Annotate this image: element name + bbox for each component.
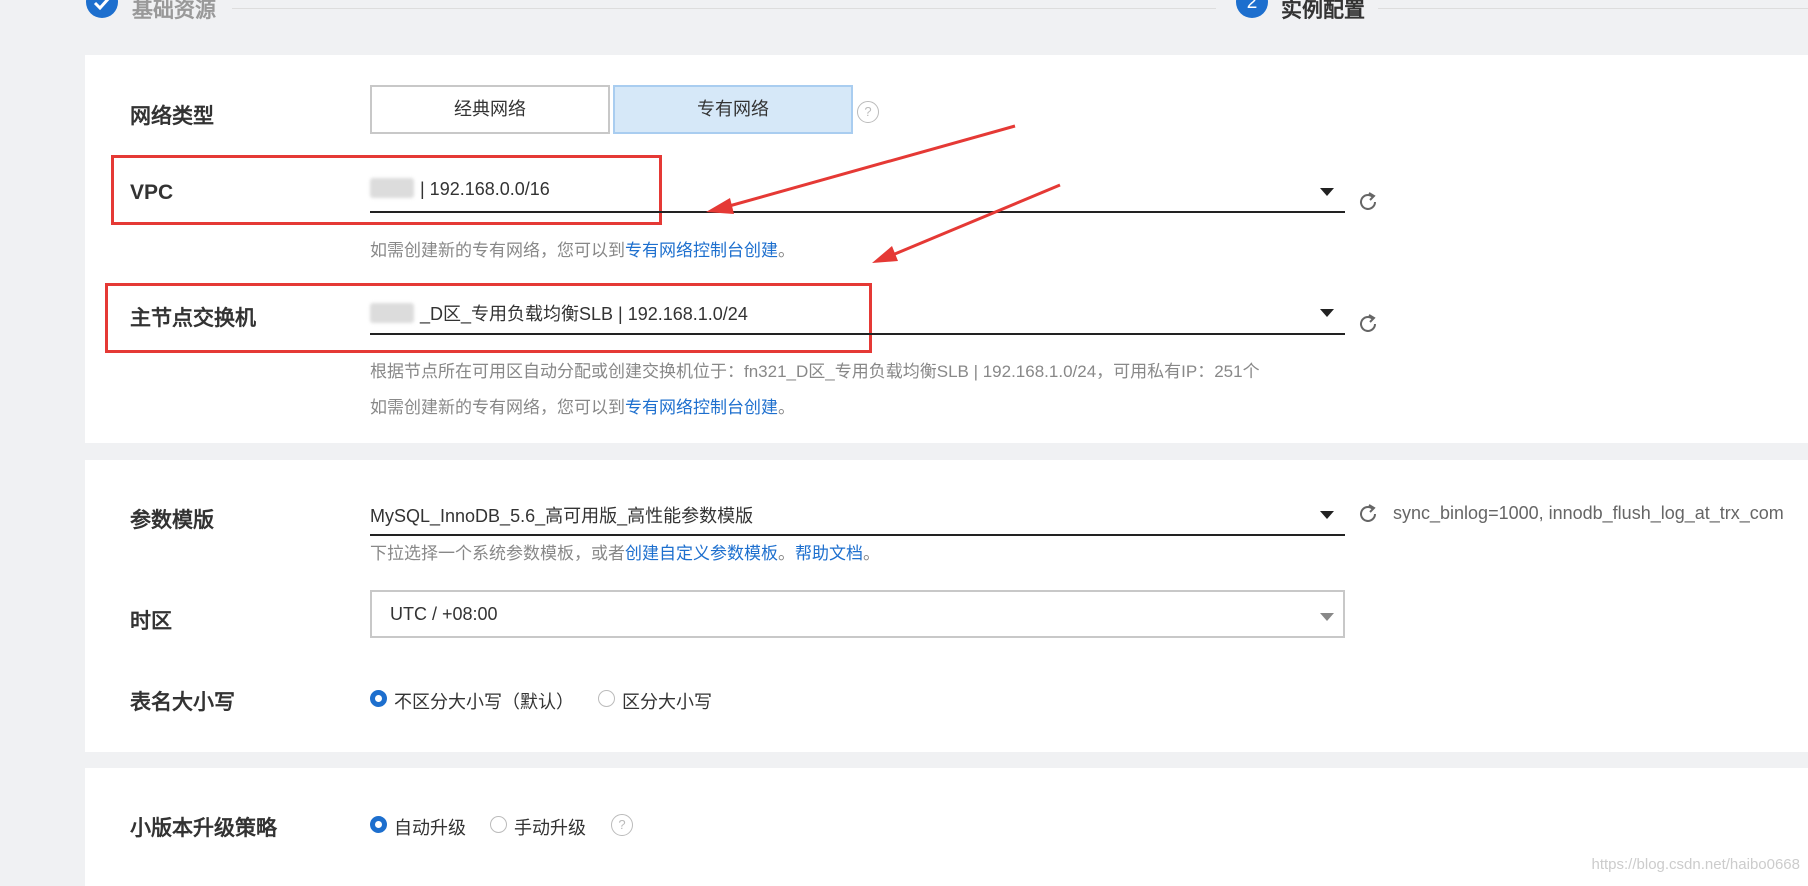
case-label: 表名大小写 <box>130 691 235 714</box>
help-icon[interactable]: ? <box>611 814 633 836</box>
auto-upgrade-radio[interactable] <box>370 816 387 833</box>
timezone-label: 时区 <box>130 610 172 633</box>
manual-upgrade-radio[interactable] <box>490 816 507 833</box>
case-insensitive-label[interactable]: 不区分大小写（默认） <box>394 688 574 714</box>
upgrade-card <box>85 768 1808 886</box>
case-sensitive-radio[interactable] <box>598 690 615 707</box>
case-sensitive-label[interactable]: 区分大小写 <box>622 688 712 714</box>
chevron-down-icon[interactable] <box>1320 613 1334 621</box>
arrow-annotation <box>706 124 1061 263</box>
chevron-down-icon[interactable] <box>1320 511 1334 519</box>
help-doc-link[interactable]: 帮助文档 <box>795 544 863 563</box>
template-label: 参数模版 <box>130 509 214 532</box>
create-template-link[interactable]: 创建自定义参数模板 <box>625 544 778 563</box>
template-select-underline <box>370 534 1345 536</box>
template-select-value[interactable]: MySQL_InnoDB_5.6_高可用版_高性能参数模版 <box>370 502 753 528</box>
timezone-select[interactable] <box>370 590 1345 638</box>
watermark: https://blog.csdn.net/haibo0668 <box>1591 856 1801 873</box>
case-insensitive-radio[interactable] <box>370 690 387 707</box>
manual-upgrade-label[interactable]: 手动升级 <box>514 814 586 840</box>
timezone-value: UTC / +08:00 <box>390 604 498 624</box>
upgrade-label: 小版本升级策略 <box>130 817 277 840</box>
template-params-preview: sync_binlog=1000, innodb_flush_log_at_tr… <box>1393 503 1784 523</box>
refresh-icon[interactable] <box>1357 503 1379 525</box>
auto-upgrade-label[interactable]: 自动升级 <box>394 814 466 840</box>
template-hint: 下拉选择一个系统参数模板，或者创建自定义参数模板。帮助文档。 <box>370 544 880 563</box>
